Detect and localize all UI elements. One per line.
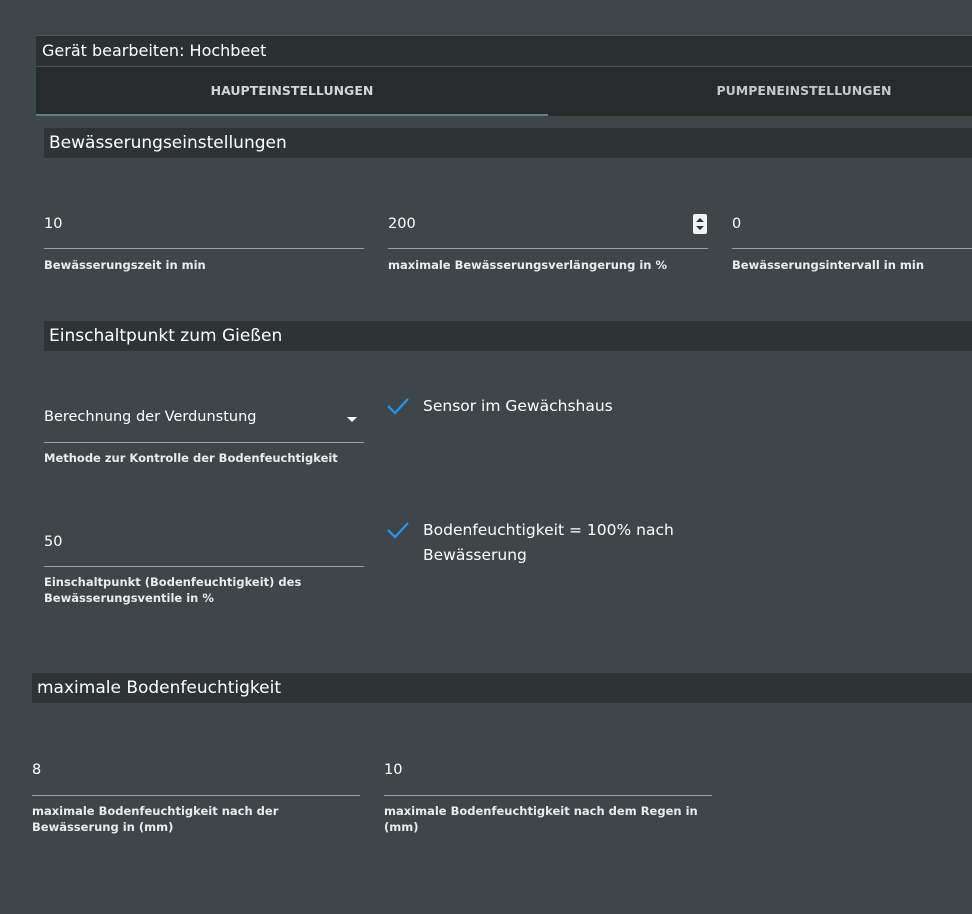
irrigation-time-field[interactable]: 10 Bewässerungszeit in min — [44, 214, 364, 276]
active-tab-indicator — [36, 114, 548, 116]
section-title-max-moisture: maximale Bodenfeuchtigkeit — [37, 678, 282, 698]
method-select-label: Methode zur Kontrolle der Bodenfeuchtigk… — [44, 451, 338, 465]
spin-down-icon[interactable] — [696, 226, 704, 230]
section-header-max-moisture: maximale Bodenfeuchtigkeit — [32, 673, 972, 703]
section-header-irrigation: Bewässerungseinstellungen — [44, 128, 972, 158]
irrigation-interval-field[interactable]: 0 Bewässerungsintervall in min — [732, 214, 972, 276]
tab-pump-settings[interactable]: PUMPENEINSTELLUNGEN — [548, 67, 972, 116]
sensor-checkbox-label[interactable]: Sensor im Gewächshaus — [423, 394, 613, 419]
moisture-reset-checkbox[interactable]: Bodenfeuchtigkeit = 100% nach Bewässerun… — [386, 518, 716, 570]
chevron-down-icon[interactable] — [347, 417, 357, 422]
number-spinner-icon[interactable] — [693, 214, 707, 234]
tab-bar: HAUPTEINSTELLUNGEN PUMPENEINSTELLUNGEN — [36, 66, 972, 116]
tab-main-settings[interactable]: HAUPTEINSTELLUNGEN — [36, 67, 548, 116]
threshold-field[interactable]: 50 Einschaltpunkt (Bodenfeuchtigkeit) de… — [44, 532, 364, 612]
checkmark-icon — [387, 398, 409, 415]
max-moisture-after-rain-input[interactable]: 10 — [384, 762, 402, 778]
moisture-reset-checkbox-label[interactable]: Bodenfeuchtigkeit = 100% nach Bewässerun… — [423, 518, 703, 568]
dialog-title-bar: Gerät bearbeiten: Hochbeet — [36, 35, 972, 66]
irrigation-extension-input[interactable]: 200 — [388, 216, 416, 232]
max-moisture-after-rain-label: maximale Bodenfeuchtigkeit nach dem Rege… — [384, 804, 698, 834]
checkmark-icon — [387, 522, 409, 539]
section-title-irrigation: Bewässerungseinstellungen — [49, 133, 287, 153]
irrigation-time-label: Bewässerungszeit in min — [44, 258, 206, 272]
method-select[interactable]: Berechnung der Verdunstung Methode zur K… — [44, 407, 364, 469]
irrigation-extension-field[interactable]: 200 maximale Bewässerungsverlängerung in… — [388, 214, 708, 276]
irrigation-interval-input[interactable]: 0 — [732, 216, 741, 232]
irrigation-time-input[interactable]: 10 — [44, 216, 62, 232]
threshold-input[interactable]: 50 — [44, 534, 62, 550]
threshold-label: Einschaltpunkt (Bodenfeuchtigkeit) des B… — [44, 575, 302, 605]
max-moisture-after-irrigation-input[interactable]: 8 — [32, 762, 41, 778]
sensor-checkbox[interactable]: Sensor im Gewächshaus — [386, 394, 716, 420]
method-select-value[interactable]: Berechnung der Verdunstung — [44, 409, 257, 425]
spin-up-icon[interactable] — [696, 218, 704, 222]
section-header-switchpoint: Einschaltpunkt zum Gießen — [44, 321, 972, 351]
max-moisture-after-irrigation-label: maximale Bodenfeuchtigkeit nach der Bewä… — [32, 804, 279, 834]
irrigation-extension-label: maximale Bewässerungsverlängerung in % — [388, 258, 667, 272]
section-title-switchpoint: Einschaltpunkt zum Gießen — [49, 326, 283, 346]
max-moisture-after-irrigation-field[interactable]: 8 maximale Bodenfeuchtigkeit nach der Be… — [32, 760, 360, 840]
dialog-title: Gerät bearbeiten: Hochbeet — [42, 41, 267, 60]
irrigation-interval-label: Bewässerungsintervall in min — [732, 258, 925, 272]
max-moisture-after-rain-field[interactable]: 10 maximale Bodenfeuchtigkeit nach dem R… — [384, 760, 712, 840]
